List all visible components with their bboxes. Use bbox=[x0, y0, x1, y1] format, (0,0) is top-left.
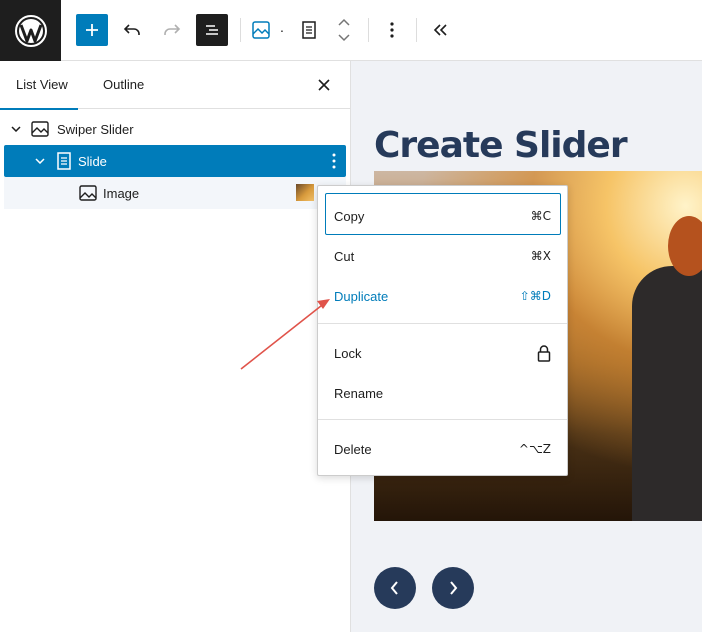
undo-icon bbox=[123, 24, 140, 35]
chevron-up-down-icon bbox=[338, 18, 350, 42]
list-item-swiper-slider[interactable]: Swiper Slider bbox=[4, 113, 346, 145]
collapse-toolbar-button[interactable] bbox=[428, 13, 452, 47]
image-thumbnail bbox=[296, 184, 314, 201]
menu-item-label: Cut bbox=[334, 248, 355, 264]
menu-item-label: Lock bbox=[334, 345, 362, 361]
toolbar-divider bbox=[368, 18, 369, 42]
menu-shortcut: ^⌥Z bbox=[518, 442, 551, 456]
photo-person-hair bbox=[668, 216, 702, 276]
document-icon bbox=[53, 150, 75, 172]
menu-divider bbox=[318, 419, 567, 420]
menu-shortcut: ⌘X bbox=[530, 249, 551, 263]
list-item-slide[interactable]: Slide bbox=[4, 145, 346, 177]
document-overview-button[interactable] bbox=[196, 14, 228, 46]
more-vertical-icon bbox=[390, 22, 394, 38]
list-item-label: Swiper Slider bbox=[57, 121, 134, 137]
menu-item-label: Delete bbox=[334, 441, 372, 457]
menu-item-delete[interactable]: Delete ^⌥Z bbox=[334, 439, 551, 459]
slider-next-button[interactable] bbox=[432, 567, 474, 609]
editor-toolbar: · bbox=[0, 0, 702, 61]
move-up-down-button[interactable] bbox=[334, 13, 354, 47]
gallery-icon bbox=[252, 21, 270, 39]
wordpress-logo-icon[interactable] bbox=[0, 0, 61, 61]
menu-item-duplicate[interactable]: Duplicate ⇧⌘D bbox=[334, 286, 551, 306]
list-item-image[interactable]: Image bbox=[4, 177, 346, 209]
close-icon bbox=[318, 79, 330, 91]
more-vertical-icon[interactable] bbox=[332, 153, 336, 172]
menu-item-rename[interactable]: Rename bbox=[334, 383, 551, 403]
image-icon bbox=[77, 182, 99, 204]
slider-prev-button[interactable] bbox=[374, 567, 416, 609]
redo-button[interactable] bbox=[160, 13, 184, 47]
chevron-left-icon bbox=[390, 581, 398, 595]
menu-item-label: Copy bbox=[334, 208, 365, 224]
photo-person bbox=[632, 266, 702, 521]
chevron-down-icon[interactable] bbox=[33, 154, 47, 168]
undo-button[interactable] bbox=[120, 13, 144, 47]
menu-item-copy[interactable]: Copy ⌘C bbox=[334, 206, 551, 226]
close-sidebar-button[interactable] bbox=[314, 75, 334, 95]
slide-block-button[interactable] bbox=[296, 13, 322, 47]
plus-icon bbox=[86, 24, 98, 36]
add-block-button[interactable] bbox=[76, 14, 108, 46]
lock-icon bbox=[537, 345, 551, 362]
chevron-down-icon[interactable] bbox=[9, 122, 23, 136]
list-view-sidebar: List View Outline Swiper Slider Slide Im… bbox=[0, 61, 351, 632]
list-item-label: Slide bbox=[78, 153, 107, 169]
menu-item-cut[interactable]: Cut ⌘X bbox=[334, 246, 551, 266]
list-item-label: Image bbox=[103, 185, 140, 201]
document-icon bbox=[302, 21, 316, 39]
menu-item-lock[interactable]: Lock bbox=[334, 343, 551, 363]
menu-item-label: Duplicate bbox=[334, 288, 389, 304]
menu-shortcut: ⇧⌘D bbox=[519, 289, 551, 303]
block-options-button[interactable] bbox=[380, 13, 404, 47]
toolbar-divider bbox=[240, 18, 241, 42]
tab-outline[interactable]: Outline bbox=[103, 61, 144, 109]
list-view-icon bbox=[206, 25, 218, 35]
chevron-double-left-icon bbox=[433, 24, 447, 36]
gallery-icon bbox=[29, 118, 51, 140]
menu-shortcut: ⌘C bbox=[530, 209, 551, 223]
redo-icon bbox=[164, 24, 181, 35]
menu-divider bbox=[318, 323, 567, 324]
dot-separator: · bbox=[279, 22, 285, 38]
chevron-right-icon bbox=[450, 581, 458, 595]
tab-list-view[interactable]: List View bbox=[0, 61, 80, 110]
sidebar-tabs: List View Outline bbox=[0, 61, 350, 110]
menu-item-label: Rename bbox=[334, 385, 384, 401]
toolbar-divider bbox=[416, 18, 417, 42]
page-heading[interactable]: Create Slider bbox=[374, 125, 628, 166]
parent-block-button[interactable] bbox=[248, 13, 274, 47]
block-context-menu: Copy ⌘C Cut ⌘X Duplicate ⇧⌘D Lock Rename… bbox=[317, 185, 568, 476]
